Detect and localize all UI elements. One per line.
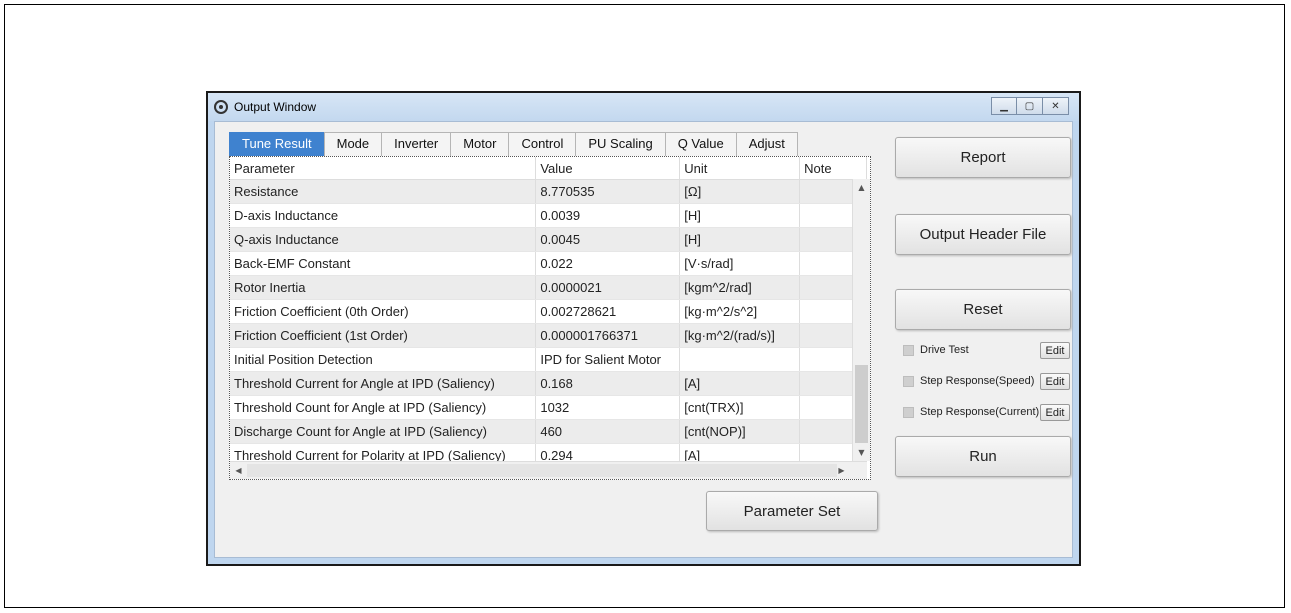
parameter-cell: Threshold Current for Angle at IPD (Sali…: [230, 371, 537, 396]
scroll-right-icon[interactable]: ▶: [833, 462, 850, 479]
parameter-set-button[interactable]: Parameter Set: [706, 491, 878, 531]
tab-mode[interactable]: Mode: [323, 132, 383, 156]
table-header-row: Parameter Value Unit Note: [230, 157, 867, 180]
table-body: Resistance 8.770535 [Ω] D-axis Inductance 0.…: [230, 179, 867, 479]
parameter-cell: Rotor Inertia: [230, 275, 537, 300]
horizontal-scroll-thumb[interactable]: [247, 464, 837, 477]
table-row[interactable]: Threshold Current for Angle at IPD (Sali…: [230, 371, 867, 396]
table-row[interactable]: Initial Position Detection IPD for Salien…: [230, 347, 867, 372]
tune-result-grid: Parameter Value Unit Note Resistance 8.77…: [229, 156, 871, 480]
parameter-cell: Friction Coefficient (0th Order): [230, 299, 537, 324]
parameter-cell: Discharge Count for Angle at IPD (Salien…: [230, 419, 537, 444]
horizontal-scrollbar[interactable]: ◀ ▶: [230, 461, 867, 479]
tab-tune-result[interactable]: Tune Result: [229, 132, 325, 156]
report-button[interactable]: Report: [895, 137, 1071, 178]
unit-cell: [A]: [679, 371, 801, 396]
column-header-unit[interactable]: Unit: [679, 157, 801, 180]
parameter-cell: Friction Coefficient (1st Order): [230, 323, 537, 348]
unit-cell: [cnt(NOP)]: [679, 419, 801, 444]
scroll-up-icon[interactable]: ▲: [853, 179, 870, 196]
table-row[interactable]: Resistance 8.770535 [Ω]: [230, 179, 867, 204]
tab-pu-scaling[interactable]: PU Scaling: [575, 132, 666, 156]
unit-cell: [cnt(TRX)]: [679, 395, 801, 420]
unit-cell: [V·s/rad]: [679, 251, 801, 276]
value-cell: 0.022: [535, 251, 681, 276]
column-header-value[interactable]: Value: [535, 157, 681, 180]
table-row[interactable]: Back-EMF Constant 0.022 [V·s/rad]: [230, 251, 867, 276]
tab-inverter[interactable]: Inverter: [381, 132, 452, 156]
value-cell: 0.000001766371: [535, 323, 681, 348]
step-response-speed-checkbox[interactable]: [903, 375, 914, 387]
result-table: Parameter Value Unit Note Resistance 8.77…: [230, 157, 867, 479]
unit-cell: [Ω]: [679, 179, 801, 204]
minimize-icon[interactable]: ▁: [991, 97, 1017, 115]
step-response-speed-edit-button[interactable]: Edit: [1040, 373, 1070, 390]
unit-cell: [H]: [679, 227, 801, 252]
value-cell: 0.168: [535, 371, 681, 396]
unit-cell: [H]: [679, 203, 801, 228]
value-cell: 0.002728621: [535, 299, 681, 324]
step-response-current-edit-button[interactable]: Edit: [1040, 404, 1070, 421]
scroll-left-icon[interactable]: ◀: [230, 462, 247, 479]
table-row[interactable]: Friction Coefficient (0th Order) 0.002728…: [230, 299, 867, 324]
vertical-scrollbar[interactable]: ▲ ▼: [852, 179, 870, 461]
vertical-scroll-thumb[interactable]: [855, 365, 868, 443]
reset-button[interactable]: Reset: [895, 289, 1071, 330]
table-row[interactable]: Friction Coefficient (1st Order) 0.000001…: [230, 323, 867, 348]
step-response-current-checkbox[interactable]: [903, 406, 914, 418]
value-cell: IPD for Salient Motor: [535, 347, 681, 372]
drive-test-checkbox[interactable]: [903, 344, 914, 356]
unit-cell: [kg·m^2/(rad/s)]: [679, 323, 801, 348]
step-response-speed-row: Step Response(Speed): [903, 375, 1034, 387]
table-row[interactable]: Threshold Count for Angle at IPD (Salien…: [230, 395, 867, 420]
parameter-cell: Initial Position Detection: [230, 347, 537, 372]
parameter-cell: Threshold Count for Angle at IPD (Salien…: [230, 395, 537, 420]
parameter-cell: Back-EMF Constant: [230, 251, 537, 276]
tab-q-value[interactable]: Q Value: [664, 132, 737, 156]
step-response-speed-label: Step Response(Speed): [920, 375, 1035, 387]
tab-motor[interactable]: Motor: [450, 132, 510, 156]
drive-test-label: Drive Test: [920, 344, 969, 356]
value-cell: 0.0039: [535, 203, 681, 228]
maximize-icon[interactable]: ▢: [1017, 97, 1043, 115]
parameter-cell: Resistance: [230, 179, 537, 204]
output-window: Output Window ▁ ▢ ✕ Tune Result Mode Inv…: [206, 91, 1081, 566]
unit-cell: [679, 347, 801, 372]
value-cell: 0.0000021: [535, 275, 681, 300]
table-row[interactable]: Discharge Count for Angle at IPD (Salien…: [230, 419, 867, 444]
value-cell: 1032: [535, 395, 681, 420]
drive-test-edit-button[interactable]: Edit: [1040, 342, 1070, 359]
tab-control[interactable]: Control: [508, 132, 577, 156]
title-bar: Output Window ▁ ▢ ✕: [208, 93, 1079, 121]
unit-cell: [kgm^2/rad]: [679, 275, 801, 300]
value-cell: 8.770535: [535, 179, 681, 204]
column-header-parameter[interactable]: Parameter: [230, 157, 537, 180]
tab-bar: Tune Result Mode Inverter Motor Control …: [229, 132, 798, 156]
parameter-cell: D-axis Inductance: [230, 203, 537, 228]
close-icon[interactable]: ✕: [1043, 97, 1069, 115]
tab-adjust[interactable]: Adjust: [735, 132, 798, 156]
scroll-down-icon[interactable]: ▼: [853, 444, 870, 461]
parameter-cell: Q-axis Inductance: [230, 227, 537, 252]
table-row[interactable]: Rotor Inertia 0.0000021 [kgm^2/rad]: [230, 275, 867, 300]
value-cell: 0.0045: [535, 227, 681, 252]
app-icon: [214, 100, 228, 114]
output-header-file-button[interactable]: Output Header File: [895, 214, 1071, 255]
value-cell: 460: [535, 419, 681, 444]
column-header-note[interactable]: Note: [799, 157, 867, 180]
step-response-current-label: Step Response(Current): [920, 406, 1040, 418]
table-row[interactable]: D-axis Inductance 0.0039 [H]: [230, 203, 867, 228]
step-response-current-row: Step Response(Current): [903, 406, 1039, 418]
unit-cell: [kg·m^2/s^2]: [679, 299, 801, 324]
drive-test-row: Drive Test: [903, 344, 969, 356]
window-controls: ▁ ▢ ✕: [991, 97, 1069, 115]
run-button[interactable]: Run: [895, 436, 1071, 477]
client-area: Tune Result Mode Inverter Motor Control …: [214, 121, 1073, 558]
table-row[interactable]: Q-axis Inductance 0.0045 [H]: [230, 227, 867, 252]
window-title: Output Window: [234, 100, 317, 114]
